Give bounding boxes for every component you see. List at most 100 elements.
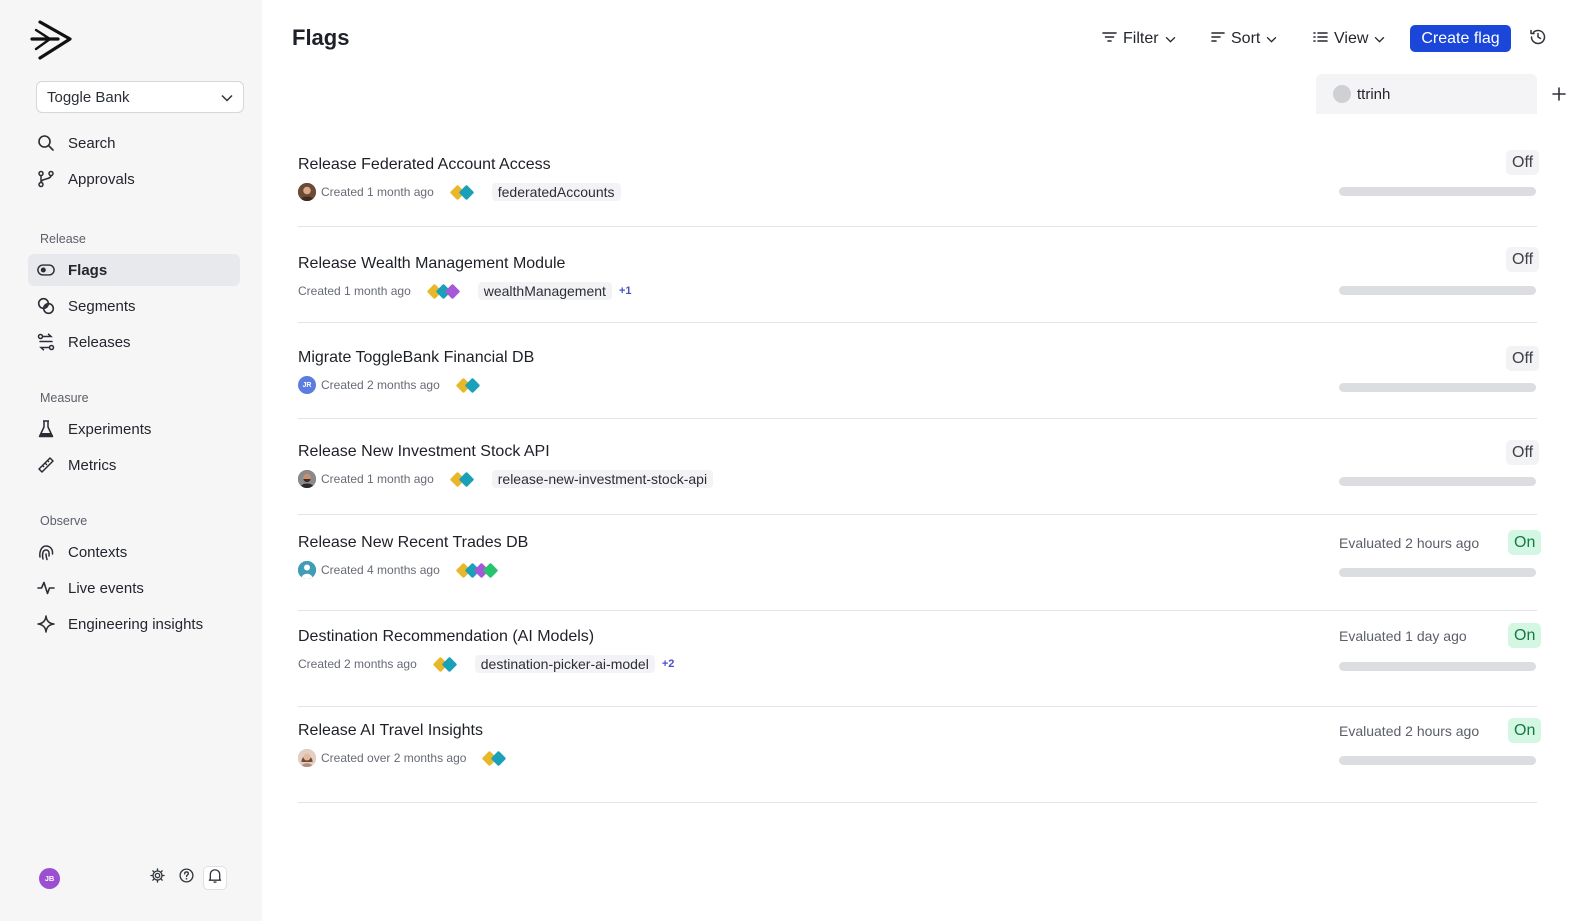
sidebar-item-experiments[interactable]: Experiments — [28, 413, 240, 445]
evaluation-bar — [1339, 477, 1536, 486]
filter-label: Filter — [1123, 30, 1159, 47]
avatar — [298, 183, 316, 201]
section-label-release: Release — [40, 232, 86, 246]
flag-meta: Created 1 month ago release-new-investme… — [298, 469, 714, 489]
table-row[interactable]: Release Federated Account Access Created… — [298, 140, 1540, 227]
sort-label: Sort — [1231, 30, 1261, 47]
flag-key[interactable]: release-new-investment-stock-api — [491, 470, 714, 488]
status-badge[interactable]: Off — [1506, 440, 1540, 465]
filter-button[interactable]: Filter — [1102, 27, 1176, 51]
flag-key-more[interactable]: +2 — [662, 658, 675, 670]
project-select[interactable]: Toggle Bank — [36, 81, 244, 113]
evaluation-bar — [1339, 383, 1536, 392]
chevron-down-icon — [1165, 30, 1176, 48]
diamond-icon — [464, 377, 481, 393]
flag-key-more[interactable]: +1 — [619, 285, 632, 297]
environment-diamonds — [455, 377, 481, 393]
filter-icon — [1102, 30, 1117, 48]
table-row[interactable]: Release AI Travel Insights Created over … — [298, 707, 1542, 803]
environment-tab[interactable]: ttrinh — [1316, 74, 1537, 114]
chevron-down-icon — [221, 89, 233, 106]
flag-created: Created 2 months ago — [298, 657, 417, 671]
section-label-observe: Observe — [40, 514, 88, 528]
table-row[interactable]: Release New Investment Stock API Created… — [298, 419, 1540, 515]
table-row[interactable]: Destination Recommendation (AI Models) C… — [298, 611, 1542, 707]
flask-icon — [37, 420, 55, 438]
history-button[interactable] — [1527, 28, 1549, 50]
evaluation-bar — [1339, 187, 1536, 196]
help-button[interactable] — [174, 866, 198, 890]
flag-evaluated: Evaluated 2 hours ago — [1339, 535, 1480, 551]
nav-observe: Contexts Live events Engineering insight… — [28, 536, 240, 644]
diamond-icon — [458, 471, 475, 487]
notifications-button[interactable] — [203, 866, 227, 890]
launchdarkly-logo[interactable] — [28, 18, 74, 62]
chevron-down-icon — [1266, 30, 1277, 48]
status-badge[interactable]: On — [1508, 718, 1542, 743]
flag-meta: Created over 2 months ago — [298, 748, 507, 768]
flag-name[interactable]: Release Wealth Management Module — [298, 255, 565, 273]
flag-name[interactable]: Destination Recommendation (AI Models) — [298, 628, 594, 646]
sidebar-item-live-events[interactable]: Live events — [28, 572, 240, 604]
flag-key[interactable]: destination-picker-ai-model — [474, 655, 655, 673]
sidebar-item-label: Flags — [68, 261, 108, 279]
sidebar-item-releases[interactable]: Releases — [28, 326, 240, 358]
flag-created: Created 4 months ago — [321, 563, 440, 577]
flag-name[interactable]: Release AI Travel Insights — [298, 722, 483, 740]
sidebar-item-label: Experiments — [68, 420, 152, 438]
sidebar-item-label: Segments — [68, 297, 136, 315]
avatar — [298, 470, 316, 488]
status-badge[interactable]: On — [1508, 530, 1542, 555]
sidebar-item-engineering-insights[interactable]: Engineering insights — [28, 608, 240, 640]
sidebar-item-approvals[interactable]: Approvals — [28, 163, 240, 195]
avatar — [298, 561, 316, 579]
table-row[interactable]: Release New Recent Trades DB Created 4 m… — [298, 515, 1542, 611]
sort-button[interactable]: Sort — [1211, 27, 1277, 51]
flag-name[interactable]: Release New Investment Stock API — [298, 443, 550, 461]
sidebar-item-search[interactable]: Search — [28, 127, 240, 159]
sidebar-item-label: Metrics — [68, 456, 117, 474]
flag-evaluated: Evaluated 1 day ago — [1339, 628, 1467, 644]
sidebar-item-segments[interactable]: Segments — [28, 290, 240, 322]
project-select-label: Toggle Bank — [47, 88, 130, 106]
status-badge[interactable]: Off — [1506, 247, 1540, 272]
flag-name[interactable]: Migrate ToggleBank Financial DB — [298, 349, 534, 367]
flag-name[interactable]: Release Federated Account Access — [298, 156, 551, 174]
table-row[interactable]: Migrate ToggleBank Financial DB JR Creat… — [298, 323, 1540, 419]
segments-icon — [37, 297, 55, 315]
status-badge[interactable]: Off — [1506, 346, 1540, 371]
environment-color-dot — [1333, 85, 1351, 103]
table-row[interactable]: Release Wealth Management Module Created… — [298, 227, 1540, 323]
status-badge[interactable]: On — [1508, 623, 1542, 648]
sidebar-item-flags[interactable]: Flags — [28, 254, 240, 286]
flag-key[interactable]: federatedAccounts — [491, 183, 621, 201]
add-environment-button[interactable] — [1551, 86, 1567, 102]
chevron-down-icon — [1374, 30, 1385, 48]
flag-created: Created 1 month ago — [321, 472, 434, 486]
flag-meta: Created 4 months ago — [298, 560, 499, 580]
sidebar-item-metrics[interactable]: Metrics — [28, 449, 240, 481]
search-icon — [37, 134, 55, 152]
sidebar-item-label: Contexts — [68, 543, 128, 561]
releases-icon — [37, 333, 55, 351]
history-icon — [1529, 28, 1547, 51]
sidebar-item-contexts[interactable]: Contexts — [28, 536, 240, 568]
view-label: View — [1334, 30, 1369, 47]
flag-created: Created over 2 months ago — [321, 751, 467, 765]
diamond-icon — [491, 750, 507, 766]
sidebar: Toggle Bank Search Approvals Release Fla… — [0, 0, 262, 921]
help-icon — [178, 868, 194, 888]
create-flag-button[interactable]: Create flag — [1410, 25, 1511, 52]
environment-name: ttrinh — [1357, 85, 1391, 103]
flag-key[interactable]: wealthManagement — [477, 282, 612, 300]
status-badge[interactable]: Off — [1506, 150, 1540, 175]
flag-name[interactable]: Release New Recent Trades DB — [298, 534, 528, 552]
flag-created: Created 1 month ago — [298, 284, 411, 298]
settings-button[interactable] — [145, 866, 169, 890]
view-button[interactable]: View — [1313, 27, 1385, 51]
evaluation-bar — [1339, 756, 1536, 765]
sort-icon — [1211, 30, 1225, 48]
environment-diamonds — [426, 283, 461, 299]
user-avatar[interactable]: JB — [39, 868, 60, 889]
nav-release: Flags Segments Releases — [28, 254, 240, 362]
